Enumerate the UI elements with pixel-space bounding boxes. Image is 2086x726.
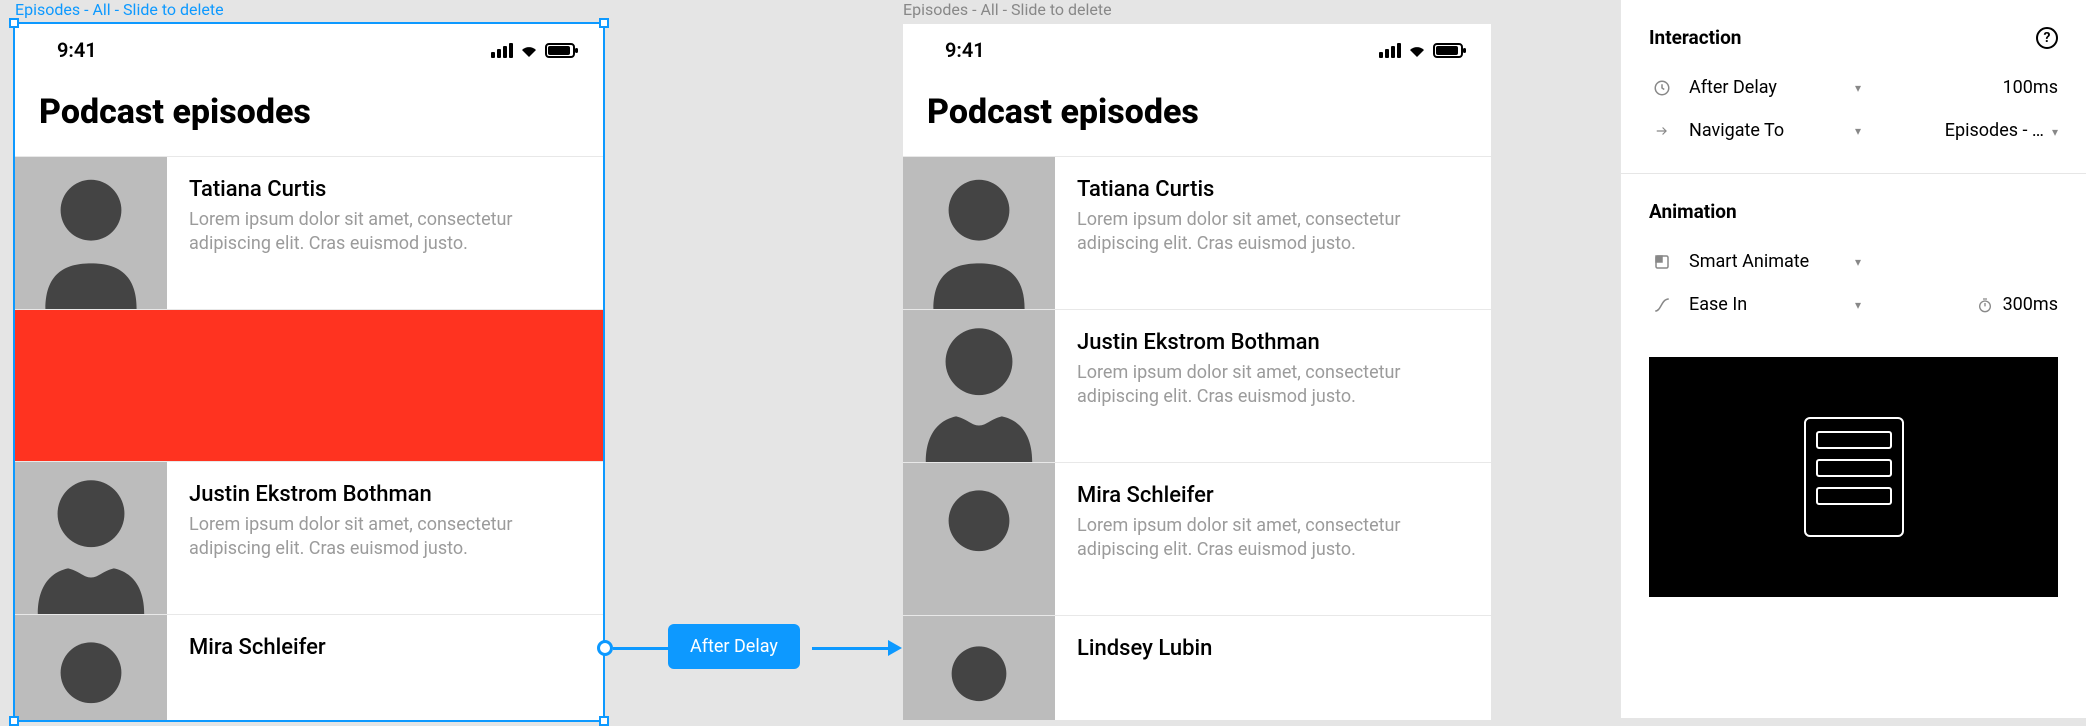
status-bar: 9:41 [15,24,603,76]
trigger-label: After Delay [1689,77,1849,98]
cellular-icon [491,43,513,58]
smart-animate-icon [1649,253,1675,271]
delete-swipe-row[interactable] [15,309,603,461]
status-time: 9:41 [945,38,985,62]
chevron-down-icon: ▾ [1855,124,1861,138]
preview-device-icon [1804,417,1904,537]
episode-sub: Lorem ipsum dolor sit amet, consectetur … [189,208,581,257]
selection-handle[interactable] [599,18,609,28]
arrow-right-icon [1649,124,1675,138]
connection-origin-handle[interactable] [597,640,613,656]
episode-row[interactable]: Mira Schleifer [15,614,603,720]
action-value[interactable]: Episodes - …▾ [1945,120,2058,141]
selection-handle[interactable] [9,18,19,28]
avatar [903,463,1055,615]
episode-name: Lindsey Lubin [1077,636,1469,661]
stopwatch-icon [1977,297,1993,313]
episode-name: Mira Schleifer [189,635,581,660]
frame-label-b[interactable]: Episodes - All - Slide to delete [903,0,1112,19]
episode-row[interactable]: Tatiana Curtis Lorem ipsum dolor sit ame… [15,156,603,309]
episode-row[interactable]: Mira Schleifer Lorem ipsum dolor sit ame… [903,462,1491,615]
wifi-icon [519,43,539,58]
animation-type-label: Smart Animate [1689,251,1849,272]
battery-icon [1433,43,1463,58]
episode-sub: Lorem ipsum dolor sit amet, consectetur … [1077,514,1469,563]
cellular-icon [1379,43,1401,58]
episode-name: Justin Ekstrom Bothman [189,482,581,507]
trigger-value[interactable]: 100ms [2003,77,2058,98]
episode-row[interactable]: Justin Ekstrom Bothman Lorem ipsum dolor… [903,309,1491,462]
animation-type-row[interactable]: Smart Animate ▾ [1649,251,2058,272]
avatar [903,157,1055,309]
episode-sub: Lorem ipsum dolor sit amet, consectetur … [189,513,581,562]
episode-row[interactable]: Tatiana Curtis Lorem ipsum dolor sit ame… [903,156,1491,309]
ease-curve-icon [1649,296,1675,314]
chevron-down-icon: ▾ [1855,255,1861,269]
chevron-down-icon: ▾ [1855,298,1861,312]
avatar [15,157,167,309]
episode-row[interactable]: Lindsey Lubin [903,615,1491,720]
status-time: 9:41 [57,38,97,62]
animation-preview[interactable] [1649,357,2058,597]
easing-label: Ease In [1689,294,1849,315]
clock-icon [1649,79,1675,97]
episode-name: Tatiana Curtis [189,177,581,202]
frame-episodes-slide-to-delete-a[interactable]: 9:41 Podcast episodes Tatiana Curtis Lor… [15,24,603,720]
frame-label-a[interactable]: Episodes - All - Slide to delete [15,0,224,19]
action-label: Navigate To [1689,120,1849,141]
interaction-section: Interaction ? After Delay ▾ 100ms Naviga… [1621,0,2086,174]
duration-field[interactable]: 300ms [1977,294,2058,315]
episode-name: Mira Schleifer [1077,483,1469,508]
episode-row[interactable]: Justin Ekstrom Bothman Lorem ipsum dolor… [15,461,603,614]
avatar [903,616,1055,720]
avatar [15,462,167,614]
episode-name: Justin Ekstrom Bothman [1077,330,1469,355]
connection-line [812,647,890,650]
page-title: Podcast episodes [15,76,603,156]
battery-icon [545,43,575,58]
animation-section: Animation Smart Animate ▾ Ease In ▾ 300m… [1621,174,2086,347]
chevron-down-icon: ▾ [2052,125,2058,139]
easing-row[interactable]: Ease In ▾ 300ms [1649,294,2058,315]
section-heading: Interaction [1649,26,1741,49]
page-title: Podcast episodes [903,76,1491,156]
frame-episodes-slide-to-delete-b[interactable]: 9:41 Podcast episodes Tatiana Curtis Lor… [903,24,1491,720]
inspector-panel: Interaction ? After Delay ▾ 100ms Naviga… [1620,0,2086,718]
connection-line [613,647,668,650]
episode-sub: Lorem ipsum dolor sit amet, consectetur … [1077,361,1469,410]
help-icon[interactable]: ? [2036,27,2058,49]
action-row[interactable]: Navigate To ▾ Episodes - …▾ [1649,120,2058,141]
avatar [15,615,167,720]
avatar [903,310,1055,462]
wifi-icon [1407,43,1427,58]
trigger-row[interactable]: After Delay ▾ 100ms [1649,77,2058,98]
episode-sub: Lorem ipsum dolor sit amet, consectetur … [1077,208,1469,257]
connection-arrow-icon [888,640,902,656]
episode-name: Tatiana Curtis [1077,177,1469,202]
chevron-down-icon: ▾ [1855,81,1861,95]
connection-badge[interactable]: After Delay [668,624,800,669]
status-bar: 9:41 [903,24,1491,76]
design-canvas[interactable]: Episodes - All - Slide to delete 9:41 Po… [0,0,1620,718]
section-heading: Animation [1649,200,1737,223]
